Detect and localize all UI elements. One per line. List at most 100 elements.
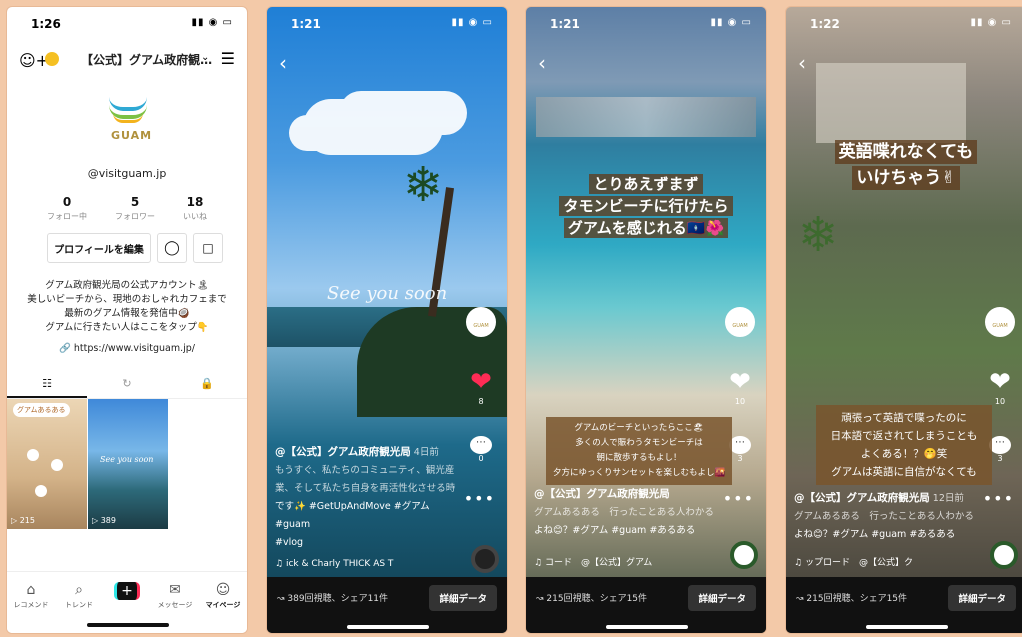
video-thumb[interactable]: See you soon ▷ 389 <box>88 399 168 529</box>
view-count: ▷ 215 <box>11 516 35 525</box>
private-tab-icon[interactable]: 🔒 <box>167 371 247 398</box>
video-stats-bar: ↝ 215回視聴、シェア15件 詳細データ <box>526 577 766 633</box>
detail-data-button[interactable]: 詳細データ <box>948 585 1016 611</box>
comment-icon[interactable]: ⋯ <box>470 436 492 454</box>
detail-data-button[interactable]: 詳細データ <box>688 585 756 611</box>
home-indicator <box>866 625 948 629</box>
action-sidebar: ❤ 8 ⋯ 0 <box>461 307 501 463</box>
grid-tab-icon[interactable]: ☷ <box>7 371 87 398</box>
video-stats-bar: ↝ 215回視聴、シェア15件 詳細データ <box>786 577 1022 633</box>
account-title[interactable]: 【公式】グアム政府観… <box>81 51 212 68</box>
profile-tabs: ☷ ↻ 🔒 <box>7 371 247 399</box>
logo-text: GUAM <box>111 129 153 142</box>
signal-icon: ▮▮ ◉ ▭ <box>451 17 493 28</box>
signal-icon: ▮▮ ◉ ▭ <box>710 17 752 28</box>
music-label[interactable]: ♫ ップロード @【公式】ク <box>794 555 913 568</box>
message-icon: ✉ <box>169 582 181 598</box>
profile-header: ☺+ 【公式】グアム政府観… ⌄ ☰ <box>7 47 247 75</box>
heart-icon[interactable]: ❤ <box>720 367 760 397</box>
detail-data-button[interactable]: 詳細データ <box>429 585 497 611</box>
status-time: 1:22 <box>810 17 840 31</box>
view-stats: ↝ 389回視聴、シェア11件 <box>277 594 389 604</box>
video-caption: @【公式】グアム政府観光局 12日前 グアムあるある 行ったことある人わかる よ… <box>794 492 974 540</box>
like-count: 8 <box>478 397 484 406</box>
plus-icon: + <box>114 582 140 600</box>
music-label[interactable]: ♫ ick & Charly THICK AS T <box>275 559 393 569</box>
music-disc-icon[interactable] <box>730 541 758 569</box>
heart-icon[interactable]: ❤ <box>980 367 1020 397</box>
video-screen-1: 1:21 ▮▮ ◉ ▭ ‹ ❄ See you soon ❤ 8 ⋯ 0 •••… <box>266 6 508 634</box>
menu-icon[interactable]: ☰ <box>221 49 235 68</box>
home-indicator <box>347 625 429 629</box>
instagram-icon[interactable]: ◯ <box>157 233 187 263</box>
status-time: 1:21 <box>550 17 580 31</box>
author-name[interactable]: @【公式】グアム政府観光局 <box>794 492 930 504</box>
home-indicator <box>87 623 169 627</box>
view-stats: ↝ 215回視聴、シェア15件 <box>796 594 908 604</box>
comment-icon[interactable]: ⋯ <box>989 436 1011 454</box>
status-bar: 1:22 ▮▮ ◉ ▭ <box>786 15 1022 33</box>
profile-stats: 0 フォロー中 5 フォロワー 18 いいね <box>47 195 207 222</box>
video-screen-3: 1:22 ▮▮ ◉ ▭ ‹ 英語喋れなくても いけちゃう✌ ❄ ❤ 10 ⋯ 3… <box>785 6 1022 634</box>
music-disc-icon[interactable] <box>990 541 1018 569</box>
profile-link[interactable]: 🔗 https://www.visitguam.jp/ <box>7 343 247 354</box>
status-bar: 1:21 ▮▮ ◉ ▭ <box>526 15 766 33</box>
avatar[interactable] <box>466 307 496 337</box>
nav-recommend[interactable]: ⌂ レコメンド <box>11 582 51 633</box>
profile-screen: 1:26 ▮▮ ◉ ▭ ☺+ 【公式】グアム政府観… ⌄ ☰ GUAM @vis… <box>6 6 248 634</box>
avatar[interactable] <box>985 307 1015 337</box>
profile-actions: プロフィールを編集 ◯ □ <box>47 233 223 263</box>
video-grid: グアムあるある ▷ 215 See you soon ▷ 389 <box>7 399 168 529</box>
repost-tab-icon[interactable]: ↻ <box>87 371 167 398</box>
status-time: 1:26 <box>31 17 61 31</box>
view-stats: ↝ 215回視聴、シェア15件 <box>536 594 648 604</box>
video-overlay-text: See you soon <box>327 283 448 304</box>
chevron-down-icon[interactable]: ⌄ <box>201 52 209 63</box>
back-icon[interactable]: ‹ <box>279 51 287 75</box>
video-headline: 英語喋れなくても いけちゃう✌ <box>806 139 1006 191</box>
nav-mypage[interactable]: ☺ マイページ <box>203 582 243 633</box>
building-graphic <box>816 63 966 143</box>
bookmark-icon[interactable]: □ <box>193 233 223 263</box>
video-text-box: グアムのビーチといったらここ🏖 多くの人で賑わうタモンビーチは 朝に散歩するもよ… <box>546 417 732 485</box>
coin-icon[interactable] <box>45 52 59 66</box>
video-caption: @【公式】グアム政府観光局 4日前 もうすぐ、私たちのコミュニティ、観光産 業、… <box>275 446 456 548</box>
person-icon: ☺ <box>215 582 231 598</box>
signal-icon: ▮▮ ◉ ▭ <box>970 17 1012 28</box>
more-icon[interactable]: ••• <box>723 489 754 508</box>
avatar[interactable] <box>725 307 755 337</box>
edit-profile-button[interactable]: プロフィールを編集 <box>47 233 151 263</box>
back-icon[interactable]: ‹ <box>798 51 806 75</box>
video-screen-2: 1:21 ▮▮ ◉ ▭ ‹ とりあえずまず タモンビーチに行けたら グアムを感じ… <box>525 6 767 634</box>
profile-handle: @visitguam.jp <box>87 167 167 180</box>
stat-likes[interactable]: 18 いいね <box>183 195 207 222</box>
profile-bio: グアム政府観光局の公式アカウント🏝 美しいビーチから、現地のおしゃれカフェまで … <box>27 280 227 333</box>
heart-icon[interactable]: ❤ <box>461 367 501 397</box>
video-thumb[interactable]: グアムあるある ▷ 215 <box>7 399 87 529</box>
palm-tree-graphic: ❄ <box>403 157 444 213</box>
view-count: ▷ 389 <box>92 516 116 525</box>
city-skyline-graphic <box>536 97 756 137</box>
stat-followers[interactable]: 5 フォロワー <box>115 195 155 222</box>
more-icon[interactable]: ••• <box>983 489 1014 508</box>
author-name[interactable]: @【公式】グアム政府観光局 <box>534 488 670 500</box>
cloud-graphic <box>303 99 443 155</box>
stat-following[interactable]: 0 フォロー中 <box>47 195 87 222</box>
signal-icon: ▮▮ ◉ ▭ <box>191 17 233 28</box>
back-icon[interactable]: ‹ <box>538 51 546 75</box>
search-icon: ⌕ <box>75 582 83 598</box>
video-text-box: 頑張って英語で喋ったのに 日本語で返されてしまうことも よくある！？🤭笑 グアム… <box>816 405 992 485</box>
comment-count: 0 <box>478 454 484 463</box>
guam-logo: GUAM <box>103 93 153 143</box>
music-disc-icon[interactable] <box>471 545 499 573</box>
video-stats-bar: ↝ 389回視聴、シェア11件 詳細データ <box>267 577 507 633</box>
comment-icon[interactable]: ⋯ <box>729 436 751 454</box>
status-bar: 1:21 ▮▮ ◉ ▭ <box>267 15 507 33</box>
music-label[interactable]: ♫ コード @【公式】グアム <box>534 555 652 568</box>
status-time: 1:21 <box>291 17 321 31</box>
more-icon[interactable]: ••• <box>464 489 495 508</box>
author-name[interactable]: @【公式】グアム政府観光局 <box>275 446 411 458</box>
home-icon: ⌂ <box>26 582 36 598</box>
home-indicator <box>606 625 688 629</box>
video-headline: とりあえずまず タモンビーチに行けたら グアムを感じれる🇬🇺🌺 <box>556 173 736 239</box>
